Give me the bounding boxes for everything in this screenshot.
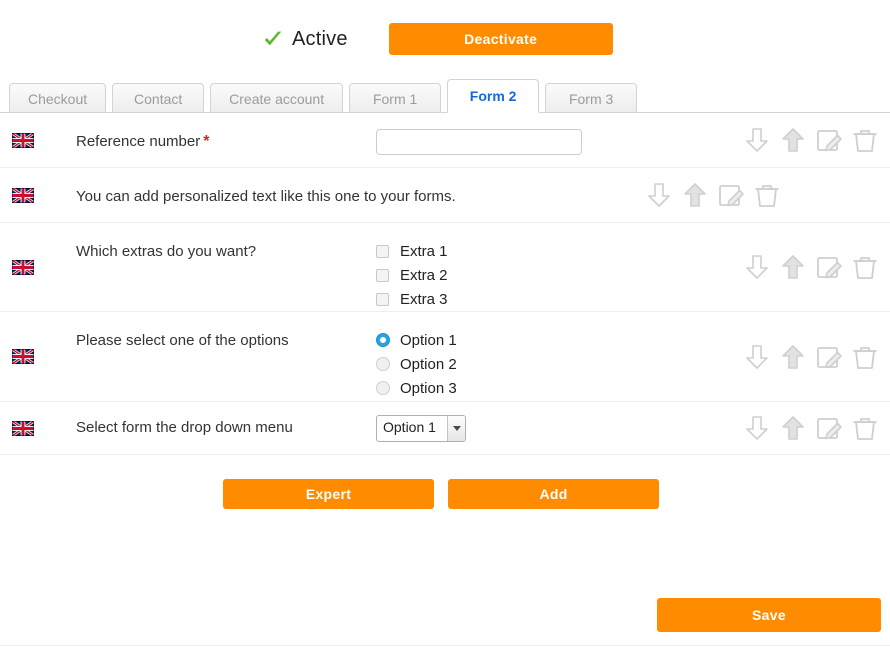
row-label: Select form the drop down menu xyxy=(76,402,376,454)
edit-pencil-icon[interactable] xyxy=(812,250,846,284)
row-label: Which extras do you want? xyxy=(76,223,376,311)
table-row: Select form the drop down menu Option 1 xyxy=(0,402,890,455)
row-actions xyxy=(734,312,890,401)
edit-pencil-icon[interactable] xyxy=(812,340,846,374)
edit-pencil-icon[interactable] xyxy=(714,178,748,212)
trash-icon[interactable] xyxy=(848,250,882,284)
row-field: Option 1 xyxy=(376,402,734,454)
row-actions xyxy=(636,168,792,222)
trash-icon[interactable] xyxy=(848,340,882,374)
arrow-down-icon[interactable] xyxy=(740,411,774,445)
table-row: Please select one of the options Option … xyxy=(0,312,890,402)
check-icon xyxy=(262,28,284,50)
tab-form-1[interactable]: Form 1 xyxy=(349,83,441,113)
uk-flag-icon xyxy=(12,133,34,148)
row-language-cell xyxy=(0,113,76,167)
expert-button[interactable]: Expert xyxy=(223,479,434,509)
row-actions xyxy=(734,113,890,167)
deactivate-button[interactable]: Deactivate xyxy=(389,23,613,55)
row-field xyxy=(376,113,734,167)
list-item[interactable]: Extra 3 xyxy=(376,287,734,311)
tab-form-3[interactable]: Form 3 xyxy=(545,83,637,113)
checkbox-label: Extra 1 xyxy=(400,243,448,260)
arrow-down-icon[interactable] xyxy=(642,178,676,212)
bottom-divider xyxy=(0,645,890,646)
trash-icon[interactable] xyxy=(750,178,784,212)
radio-label: Option 1 xyxy=(400,332,457,349)
row-label-text: Reference number xyxy=(76,133,200,150)
dropdown-selected-value: Option 1 xyxy=(377,416,447,441)
row-label-text: You can add personalized text like this … xyxy=(76,188,456,205)
arrow-up-icon[interactable] xyxy=(776,250,810,284)
save-button[interactable]: Save xyxy=(657,598,881,632)
tab-create-account[interactable]: Create account xyxy=(210,83,343,113)
radio-option-3[interactable] xyxy=(376,381,390,395)
row-language-cell xyxy=(0,312,76,401)
radio-group: Option 1 Option 2 Option 3 xyxy=(376,328,734,400)
radio-option-1[interactable] xyxy=(376,333,390,347)
list-item[interactable]: Extra 2 xyxy=(376,263,734,287)
arrow-down-icon[interactable] xyxy=(740,340,774,374)
list-item[interactable]: Option 2 xyxy=(376,352,734,376)
tab-checkout[interactable]: Checkout xyxy=(9,83,106,113)
uk-flag-icon xyxy=(12,421,34,436)
trash-icon[interactable] xyxy=(848,123,882,157)
row-actions xyxy=(734,402,890,454)
required-marker: * xyxy=(203,133,209,150)
row-field: Extra 1 Extra 2 Extra 3 xyxy=(376,223,734,311)
tab-bar: Checkout Contact Create account Form 1 F… xyxy=(9,78,890,113)
checkbox-extra-3[interactable] xyxy=(376,293,389,306)
radio-label: Option 2 xyxy=(400,356,457,373)
radio-option-2[interactable] xyxy=(376,357,390,371)
row-label: You can add personalized text like this … xyxy=(76,168,636,222)
arrow-down-icon[interactable] xyxy=(740,250,774,284)
dropdown-select[interactable]: Option 1 xyxy=(376,415,466,442)
reference-number-input[interactable] xyxy=(376,129,582,155)
table-row: Reference number* xyxy=(0,113,890,168)
edit-pencil-icon[interactable] xyxy=(812,123,846,157)
tab-form-2[interactable]: Form 2 xyxy=(447,79,539,113)
form-field-list: Reference number* xyxy=(0,113,890,455)
row-label: Please select one of the options xyxy=(76,312,376,401)
table-row: Which extras do you want? Extra 1 Extra … xyxy=(0,223,890,312)
tab-contact[interactable]: Contact xyxy=(112,83,204,113)
chevron-down-icon[interactable] xyxy=(447,416,465,441)
row-language-cell xyxy=(0,168,76,222)
list-item[interactable]: Option 1 xyxy=(376,328,734,352)
list-item[interactable]: Extra 1 xyxy=(376,239,734,263)
status-bar: Active Deactivate xyxy=(0,0,890,78)
row-label-text: Select form the drop down menu xyxy=(76,419,293,436)
row-label: Reference number* xyxy=(76,113,376,167)
checkbox-extra-1[interactable] xyxy=(376,245,389,258)
row-language-cell xyxy=(0,223,76,311)
arrow-up-icon[interactable] xyxy=(678,178,712,212)
add-button[interactable]: Add xyxy=(448,479,659,509)
uk-flag-icon xyxy=(12,260,34,275)
row-label-text: Please select one of the options xyxy=(76,332,289,349)
list-item[interactable]: Option 3 xyxy=(376,376,734,400)
edit-pencil-icon[interactable] xyxy=(812,411,846,445)
arrow-up-icon[interactable] xyxy=(776,411,810,445)
row-actions xyxy=(734,223,890,311)
row-field: Option 1 Option 2 Option 3 xyxy=(376,312,734,401)
save-bar: Save xyxy=(0,598,890,632)
checkbox-label: Extra 2 xyxy=(400,267,448,284)
arrow-up-icon[interactable] xyxy=(776,340,810,374)
row-label-text: Which extras do you want? xyxy=(76,243,256,260)
checkbox-label: Extra 3 xyxy=(400,291,448,308)
arrow-down-icon[interactable] xyxy=(740,123,774,157)
row-language-cell xyxy=(0,402,76,454)
form-action-bar: Expert Add xyxy=(0,455,890,509)
trash-icon[interactable] xyxy=(848,411,882,445)
uk-flag-icon xyxy=(12,188,34,203)
checkbox-extra-2[interactable] xyxy=(376,269,389,282)
status-label: Active xyxy=(292,28,348,51)
uk-flag-icon xyxy=(12,349,34,364)
arrow-up-icon[interactable] xyxy=(776,123,810,157)
table-row: You can add personalized text like this … xyxy=(0,168,890,223)
checkbox-group: Extra 1 Extra 2 Extra 3 xyxy=(376,239,734,311)
radio-label: Option 3 xyxy=(400,380,457,397)
